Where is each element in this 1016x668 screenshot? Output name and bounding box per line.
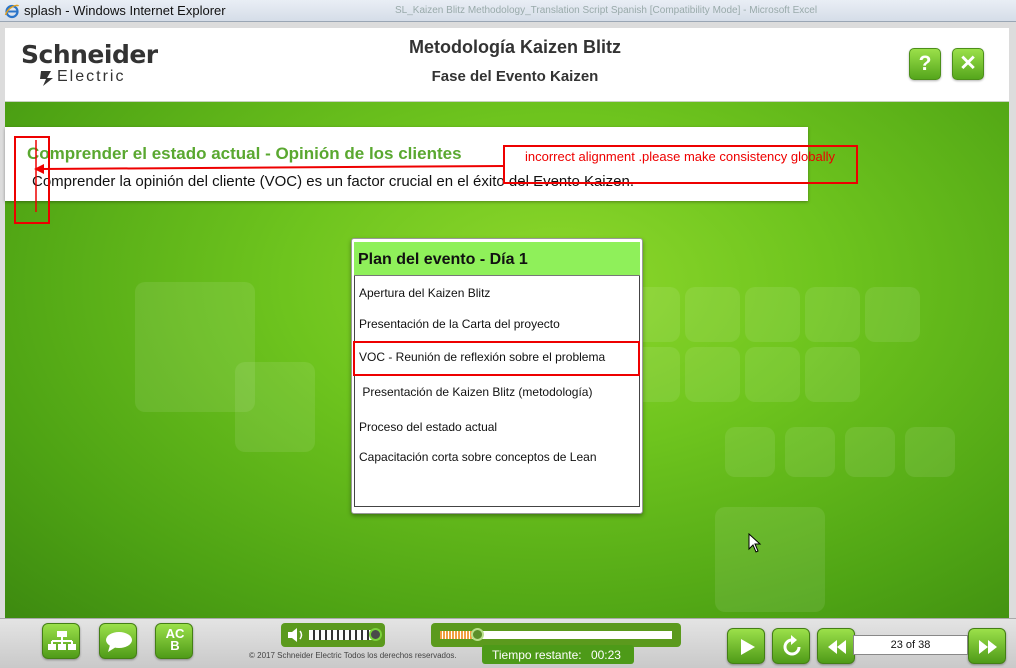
page-indicator: 23 of 38	[853, 635, 968, 655]
speaker-icon	[288, 628, 303, 642]
sitemap-button[interactable]	[42, 623, 80, 659]
replay-icon	[783, 635, 801, 656]
event-plan-list: Apertura del Kaizen Blitz Presentación d…	[354, 276, 640, 507]
volume-slider[interactable]	[281, 623, 385, 647]
plan-item: Presentación de Kaizen Blitz (metodologí…	[359, 385, 593, 399]
plan-item: Capacitación corta sobre conceptos de Le…	[359, 450, 597, 464]
play-icon	[741, 639, 755, 655]
mouse-pointer-icon	[748, 533, 762, 553]
plan-item: Proceso del estado actual	[359, 420, 498, 434]
help-button[interactable]: ?	[909, 48, 941, 80]
background-tile	[715, 507, 825, 612]
event-plan-card: Plan del evento - Día 1 Apertura del Kai…	[351, 238, 643, 514]
background-tile	[805, 287, 860, 342]
copyright-text: © 2017 Schneider Electric Todos los dere…	[249, 651, 457, 660]
speech-bubble-icon	[106, 632, 132, 652]
timer-value: 00:23	[590, 648, 621, 662]
event-plan-title: Plan del evento - Día 1	[354, 242, 640, 276]
abc-glossary-icon: AC B	[156, 627, 194, 653]
background-tile	[745, 287, 800, 342]
background-tile	[865, 287, 920, 342]
plan-item: Apertura del Kaizen Blitz	[359, 286, 491, 300]
transcript-button[interactable]	[99, 623, 137, 659]
previous-button[interactable]	[817, 628, 855, 664]
glossary-label-line-2: B	[170, 638, 180, 653]
progress-knob[interactable]	[471, 628, 485, 641]
background-tile	[785, 427, 835, 477]
annotation-comment-text: incorrect alignment .please make consist…	[525, 149, 835, 164]
background-tile	[845, 427, 895, 477]
next-button[interactable]	[968, 628, 1006, 664]
close-button[interactable]: ✕	[952, 48, 984, 80]
play-button[interactable]	[727, 628, 765, 664]
timer-label: Tiempo restante:	[492, 648, 582, 662]
background-tile	[725, 427, 775, 477]
fast-forward-icon	[979, 640, 997, 654]
annotation-highlight-box	[353, 341, 640, 376]
glossary-button[interactable]: AC B	[155, 623, 193, 659]
background-tile	[805, 347, 860, 402]
background-tile	[685, 347, 740, 402]
volume-knob[interactable]	[369, 628, 382, 641]
background-tile	[905, 427, 955, 477]
plan-item: Presentación de la Carta del proyecto	[359, 317, 560, 331]
background-tile	[685, 287, 740, 342]
progress-track	[440, 628, 672, 641]
background-tile	[745, 347, 800, 402]
time-remaining: Tiempo restante: 00:23	[482, 645, 634, 664]
progress-bar[interactable]	[431, 623, 681, 647]
replay-button[interactable]	[772, 628, 810, 664]
annotation-arrow-icon	[34, 140, 506, 212]
volume-level-bars	[309, 630, 377, 640]
sitemap-icon	[48, 631, 76, 650]
background-tile	[235, 362, 315, 452]
rewind-icon	[828, 640, 846, 654]
